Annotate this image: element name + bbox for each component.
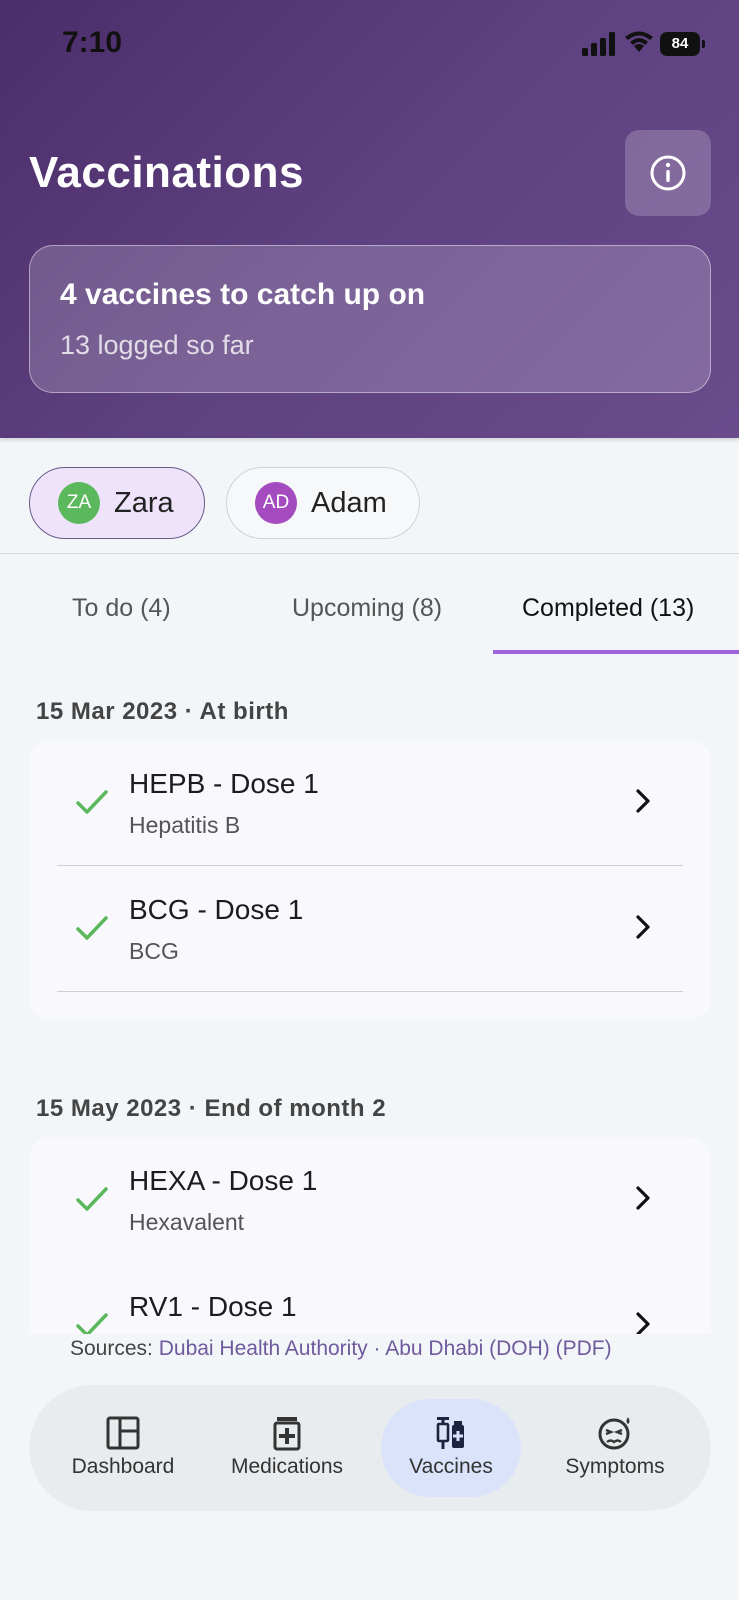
vaccine-title: RV1 - Dose 1: [129, 1291, 297, 1322]
profile-name: Zara: [114, 486, 174, 519]
summary-subtitle: 13 logged so far: [60, 330, 254, 360]
chevron-right-icon: [636, 1312, 650, 1334]
vaccine-list[interactable]: 15 Mar 2023 · At birth HEPB - Dose 1 Hep…: [0, 654, 739, 1334]
nav-label: Medications: [230, 1455, 344, 1478]
vaccines-icon: [436, 1417, 464, 1449]
vaccine-subtitle: BCG: [129, 938, 179, 964]
divider: [57, 991, 683, 992]
vaccine-row[interactable]: HEPB - Dose 1 Hepatitis B: [29, 740, 711, 866]
nav-label: Symptoms: [565, 1455, 665, 1478]
vaccine-subtitle: Hexavalent: [129, 1209, 245, 1235]
vaccine-title: HEXA - Dose 1: [129, 1165, 318, 1196]
check-icon: [76, 1313, 108, 1334]
bottom-navigation: Dashboard Medications Vaccines Symptoms: [29, 1385, 711, 1511]
group-title: 15 Mar 2023 · At birth: [36, 698, 289, 725]
vaccine-subtitle: Hepatitis B: [129, 812, 241, 838]
chevron-right-icon: [636, 1186, 650, 1210]
dashboard-icon: [106, 1416, 140, 1450]
chevron-right-icon: [636, 915, 650, 939]
profile-name: Adam: [311, 486, 387, 519]
profile-chip-zara[interactable]: ZA Zara: [29, 467, 205, 539]
nav-symptoms[interactable]: Symptoms: [545, 1399, 685, 1497]
group-card: HEPB - Dose 1 Hepatitis B BCG - Dose 1 B…: [29, 740, 711, 1020]
sources-prefix: Sources:: [70, 1337, 153, 1360]
info-icon: [650, 155, 686, 191]
profile-selector: ZA Zara AD Adam: [0, 438, 739, 554]
check-icon: [76, 916, 108, 940]
tab-completed[interactable]: Completed (13): [522, 594, 694, 623]
profile-chip-adam[interactable]: AD Adam: [226, 467, 420, 539]
sources-footer: Sources: Dubai Health Authority · Abu Dh…: [70, 1337, 612, 1361]
nav-dashboard[interactable]: Dashboard: [53, 1399, 193, 1497]
wifi-icon: [625, 31, 653, 52]
symptoms-icon: [598, 1417, 630, 1450]
battery-icon: 84: [660, 32, 705, 56]
nav-vaccines[interactable]: Vaccines: [381, 1399, 521, 1497]
avatar: ZA: [58, 482, 100, 524]
vaccine-row[interactable]: BCG - Dose 1 BCG: [29, 866, 711, 992]
header: 7:10 84 Vaccinations 4 vaccines to catch…: [0, 0, 739, 438]
source-link-dubai[interactable]: Dubai Health Authority: [159, 1337, 368, 1360]
signal-icon: [582, 32, 615, 56]
info-button[interactable]: [625, 130, 711, 216]
tab-bar: To do (4) Upcoming (8) Completed (13): [0, 556, 739, 654]
check-icon: [76, 1187, 108, 1211]
group-title: 15 May 2023 · End of month 2: [36, 1095, 387, 1122]
avatar: AD: [255, 482, 297, 524]
tab-upcoming[interactable]: Upcoming (8): [292, 594, 442, 623]
status-time: 7:10: [62, 26, 123, 59]
tab-to-do[interactable]: To do (4): [72, 594, 171, 623]
vaccine-row[interactable]: HEXA - Dose 1 Hexavalent: [29, 1137, 711, 1263]
nav-label: Vaccines: [409, 1455, 493, 1478]
nav-medications[interactable]: Medications: [217, 1399, 357, 1497]
nav-label: Dashboard: [71, 1455, 175, 1478]
page-title: Vaccinations: [29, 148, 305, 197]
group-card: HEXA - Dose 1 Hexavalent RV1 - Dose 1: [29, 1137, 711, 1334]
vaccine-row[interactable]: RV1 - Dose 1: [29, 1263, 711, 1334]
source-link-abu-dhabi[interactable]: Abu Dhabi (DOH) (PDF): [385, 1337, 611, 1360]
source-separator: ·: [373, 1337, 381, 1360]
chevron-right-icon: [636, 789, 650, 813]
status-bar: 7:10 84: [0, 0, 739, 90]
vaccine-title: HEPB - Dose 1: [129, 768, 319, 799]
medications-icon: [273, 1417, 301, 1451]
summary-card: 4 vaccines to catch up on 13 logged so f…: [29, 245, 711, 393]
check-icon: [76, 790, 108, 814]
vaccine-title: BCG - Dose 1: [129, 894, 304, 925]
summary-title: 4 vaccines to catch up on: [60, 278, 426, 311]
